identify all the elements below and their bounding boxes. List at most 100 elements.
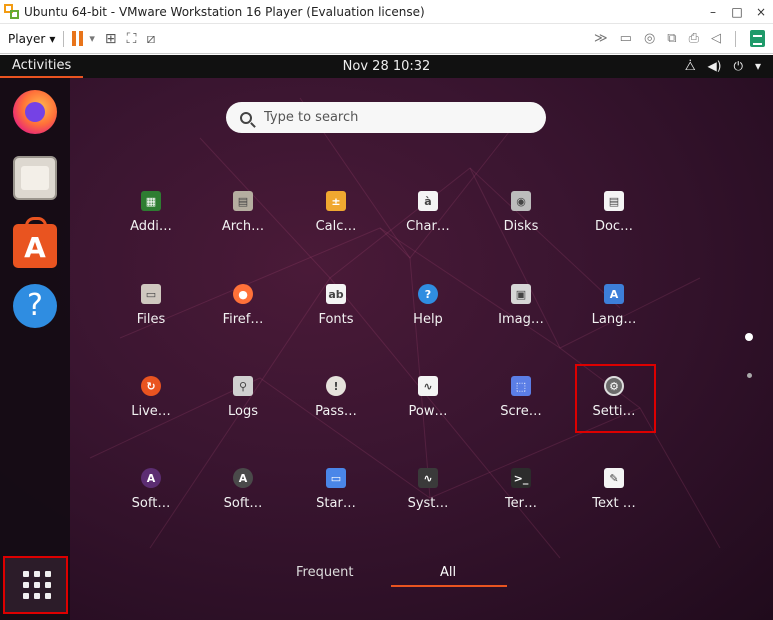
message-log-icon[interactable] — [750, 30, 765, 47]
disks-icon: ◉ — [511, 191, 531, 211]
app-label: Imag… — [498, 312, 544, 327]
printer-icon[interactable]: ⎙ — [689, 31, 699, 46]
text-editor-icon: ✎ — [604, 468, 624, 488]
language-icon: A — [604, 284, 624, 304]
close-button[interactable]: × — [749, 5, 773, 19]
app-label: Logs — [228, 404, 258, 419]
circuit-icon: ▦ — [141, 191, 161, 211]
app-disks[interactable]: ◉ Disks — [481, 191, 561, 261]
livepatch-icon: ↻ — [141, 376, 161, 396]
power-statistics-icon: ∿ — [418, 376, 438, 396]
power-icon: ⏻ — [733, 59, 743, 73]
files-dock-icon[interactable] — [13, 156, 57, 200]
app-screenshot[interactable]: ⬚ Scre… — [481, 376, 561, 446]
firefox-dock-icon[interactable] — [13, 90, 57, 134]
app-label: Files — [136, 312, 166, 327]
app-document-viewer[interactable]: ▤ Doc… — [574, 191, 654, 261]
app-power-statistics[interactable]: ∿ Pow… — [388, 376, 468, 446]
app-terminal[interactable]: >_ Ter… — [481, 468, 561, 538]
window-titlebar: Ubuntu 64-bit - VMware Workstation 16 Pl… — [0, 0, 773, 24]
ubuntu-dock: A ? — [0, 78, 70, 620]
app-language[interactable]: A Lang… — [574, 284, 654, 354]
app-label: Ter… — [504, 496, 538, 511]
search-input[interactable] — [264, 110, 524, 125]
window-title: Ubuntu 64-bit - VMware Workstation 16 Pl… — [24, 4, 425, 19]
hard-disk-icon[interactable]: ▭ — [620, 31, 632, 46]
app-calculator[interactable]: ± Calc… — [296, 191, 376, 261]
app-help[interactable]: ? Help — [388, 284, 468, 354]
app-label: Arch… — [221, 219, 265, 234]
app-firefox[interactable]: ● Firef… — [203, 284, 283, 354]
cd-drive-icon[interactable]: ◎ — [644, 31, 655, 46]
app-label: Help — [413, 312, 443, 327]
activities-button[interactable]: Activities — [0, 55, 84, 78]
image-viewer-icon: ▣ — [511, 284, 531, 304]
expand-devices-icon[interactable]: ≫ — [594, 31, 608, 46]
settings-highlight-box — [575, 364, 656, 433]
pause-icon[interactable] — [72, 31, 84, 46]
app-label: Soft… — [131, 496, 171, 511]
page-indicator[interactable] — [747, 373, 752, 378]
software-store-dock-icon[interactable]: A — [13, 217, 57, 268]
help-dock-icon[interactable]: ? — [13, 284, 57, 328]
page-indicator-active[interactable] — [745, 333, 753, 341]
app-label: Fonts — [318, 312, 354, 327]
fonts-icon: ab — [326, 284, 346, 304]
app-label: Scre… — [500, 404, 542, 419]
app-archive[interactable]: ▤ Arch… — [203, 191, 283, 261]
search-bar[interactable] — [226, 102, 546, 133]
files-icon: ▭ — [141, 284, 161, 304]
system-status-menu[interactable]: ⧊ ◀) ⏻ ▾ — [685, 59, 761, 74]
terminal-icon: >_ — [511, 468, 531, 488]
app-software-properties[interactable]: A Soft… — [203, 468, 283, 538]
app-label: Firef… — [222, 312, 264, 327]
app-label: Soft… — [223, 496, 263, 511]
maximize-button[interactable]: □ — [725, 5, 749, 19]
firefox-icon: ● — [233, 284, 253, 304]
clock-button[interactable]: Nov 28 10:32 — [343, 59, 431, 74]
show-applications-button[interactable] — [3, 556, 68, 614]
software-properties-icon: A — [233, 468, 253, 488]
network-adapter-icon[interactable]: ⧉ — [667, 31, 676, 46]
system-monitor-icon: ∿ — [418, 468, 438, 488]
app-fonts[interactable]: ab Fonts — [296, 284, 376, 354]
app-circuit[interactable]: ▦ Addi… — [111, 191, 191, 261]
player-menu-button[interactable]: Player ▾ — [8, 32, 55, 46]
calculator-icon: ± — [326, 191, 346, 211]
app-label: Pass… — [315, 404, 357, 419]
app-label: Addi… — [130, 219, 172, 234]
app-characters[interactable]: à Char… — [388, 191, 468, 261]
pause-menu-chevron-icon[interactable]: ▾ — [89, 32, 95, 45]
chevron-down-icon: ▾ — [49, 31, 56, 46]
app-passwords[interactable]: ! Pass… — [296, 376, 376, 446]
tab-all[interactable]: All — [440, 565, 456, 580]
player-menu-label: Player — [8, 31, 46, 46]
app-label: Pow… — [408, 404, 448, 419]
app-livepatch[interactable]: ↻ Live… — [111, 376, 191, 446]
fullscreen-icon[interactable]: ⛶ — [127, 31, 137, 47]
app-label: Syst… — [407, 496, 449, 511]
help-icon: ? — [418, 284, 438, 304]
tab-all-underline — [391, 585, 507, 587]
app-startup-disk[interactable]: ▭ Star… — [296, 468, 376, 538]
app-grid-icon — [23, 571, 51, 599]
toolbar-divider — [735, 30, 736, 47]
logs-icon: ⚲ — [233, 376, 253, 396]
gnome-top-bar: Activities Nov 28 10:32 ⧊ ◀) ⏻ ▾ — [0, 55, 773, 78]
app-software-updater[interactable]: A Soft… — [111, 468, 191, 538]
passwords-icon: ! — [326, 376, 346, 396]
network-icon: ⧊ — [684, 59, 696, 73]
app-text-editor[interactable]: ✎ Text … — [574, 468, 654, 538]
app-label: Calc… — [315, 219, 357, 234]
tab-frequent[interactable]: Frequent — [296, 565, 353, 580]
app-image-viewer[interactable]: ▣ Imag… — [481, 284, 561, 354]
send-ctrl-alt-del-icon[interactable]: ⊞ — [105, 31, 117, 47]
app-label: Live… — [131, 404, 171, 419]
chevron-down-icon: ▾ — [754, 59, 761, 73]
app-system-monitor[interactable]: ∿ Syst… — [388, 468, 468, 538]
minimize-button[interactable]: – — [701, 5, 725, 19]
app-logs[interactable]: ⚲ Logs — [203, 376, 283, 446]
unity-mode-icon[interactable]: ⧄ — [146, 31, 155, 47]
sound-card-icon[interactable]: ◁ — [711, 31, 721, 46]
app-files[interactable]: ▭ Files — [111, 284, 191, 354]
